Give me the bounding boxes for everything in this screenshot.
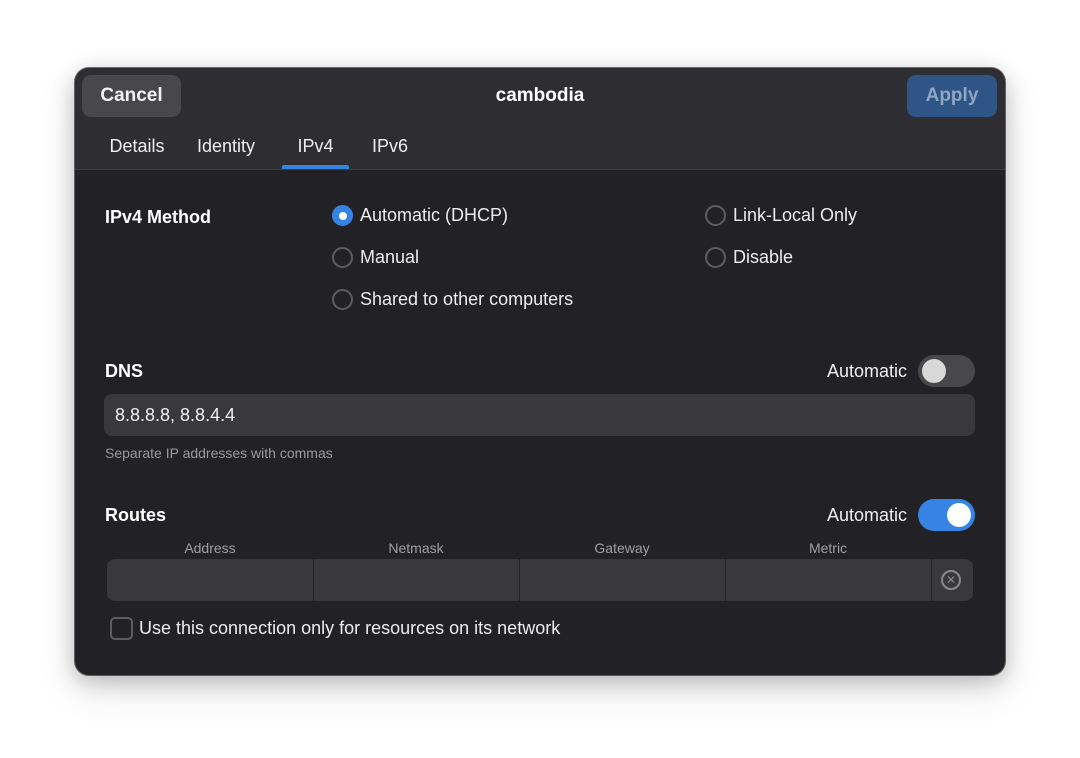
dns-automatic-switch[interactable] bbox=[918, 355, 975, 387]
radio-shared-to-other-computers[interactable]: Shared to other computers bbox=[332, 289, 573, 310]
ipv4-method-label: IPv4 Method bbox=[105, 207, 212, 227]
radio-label: Manual bbox=[360, 247, 420, 267]
route-entry-row bbox=[107, 559, 973, 601]
tab-identity[interactable]: Identity bbox=[190, 124, 262, 169]
header-bar: Cancel cambodia Apply Details Identity I… bbox=[75, 68, 1005, 170]
radio-label: Automatic (DHCP) bbox=[360, 205, 509, 225]
radio-indicator[interactable] bbox=[705, 247, 726, 268]
radio-label: Link-Local Only bbox=[733, 205, 858, 225]
radio-automatic-dhcp[interactable]: Automatic (DHCP) bbox=[332, 205, 508, 226]
tab-ipv4[interactable]: IPv4 bbox=[282, 124, 349, 169]
dns-automatic-label: Automatic bbox=[827, 361, 908, 381]
tab-ipv6[interactable]: IPv6 bbox=[365, 124, 415, 169]
checkbox-label: Use this connection only for resources o… bbox=[139, 618, 561, 638]
connection-settings-dialog: Cancel cambodia Apply Details Identity I… bbox=[75, 68, 1005, 675]
dialog-title: cambodia bbox=[495, 85, 585, 106]
apply-button[interactable]: Apply bbox=[907, 75, 997, 117]
dns-hint: Separate IP addresses with commas bbox=[105, 445, 333, 461]
radio-selected-indicator[interactable] bbox=[332, 205, 353, 226]
only-local-resources-option[interactable]: Use this connection only for resources o… bbox=[110, 617, 560, 640]
only-local-resources-checkbox[interactable] bbox=[110, 617, 133, 640]
route-gateway-input[interactable] bbox=[520, 559, 725, 601]
radio-link-local-only[interactable]: Link-Local Only bbox=[705, 205, 857, 226]
cancel-button[interactable]: Cancel bbox=[82, 75, 181, 117]
radio-label: Shared to other computers bbox=[360, 289, 574, 309]
route-metric-input[interactable] bbox=[726, 559, 931, 601]
radio-indicator[interactable] bbox=[705, 205, 726, 226]
switch-knob bbox=[922, 359, 946, 383]
dns-servers-input[interactable] bbox=[104, 394, 975, 436]
column-header-address: Address bbox=[184, 540, 236, 556]
column-header-gateway: Gateway bbox=[594, 540, 650, 556]
radio-label: Disable bbox=[733, 247, 794, 267]
switch-knob bbox=[947, 503, 971, 527]
radio-indicator[interactable] bbox=[332, 289, 353, 310]
routes-label: Routes bbox=[105, 505, 167, 525]
route-address-input[interactable] bbox=[107, 559, 313, 601]
column-divider bbox=[931, 559, 932, 601]
tab-details[interactable]: Details bbox=[92, 124, 182, 169]
route-netmask-input[interactable] bbox=[314, 559, 519, 601]
dns-label: DNS bbox=[105, 361, 144, 381]
column-header-netmask: Netmask bbox=[388, 540, 444, 556]
radio-manual[interactable]: Manual bbox=[332, 247, 419, 268]
remove-route-icon[interactable]: ✕ bbox=[941, 570, 961, 590]
routes-automatic-label: Automatic bbox=[827, 505, 908, 525]
tab-bar: Details Identity IPv4 IPv6 bbox=[75, 124, 1005, 169]
routes-automatic-switch[interactable] bbox=[918, 499, 975, 531]
radio-indicator[interactable] bbox=[332, 247, 353, 268]
column-header-metric: Metric bbox=[808, 540, 848, 556]
radio-disable[interactable]: Disable bbox=[705, 247, 793, 268]
